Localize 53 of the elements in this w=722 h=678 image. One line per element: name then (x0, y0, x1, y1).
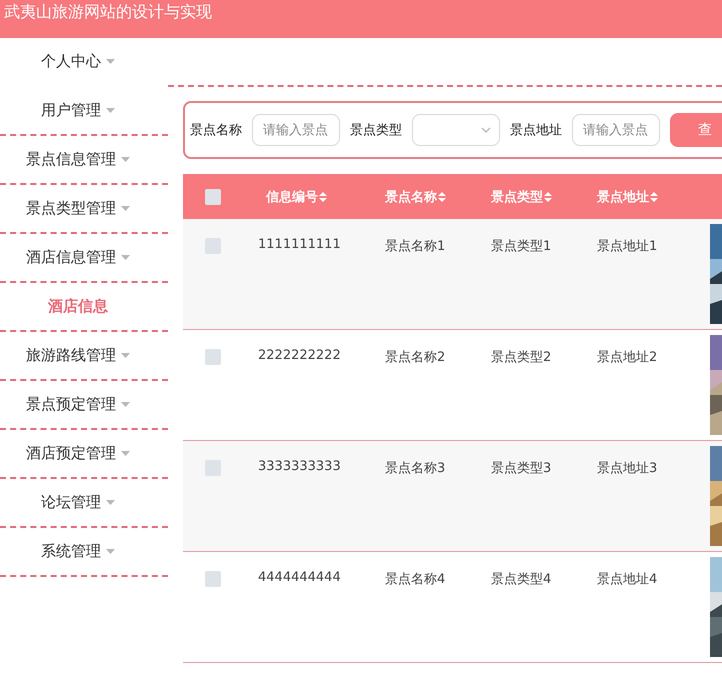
caret-icon (106, 59, 115, 64)
select-field[interactable] (412, 114, 500, 146)
caret-icon (121, 206, 130, 211)
chevron-icon (481, 127, 491, 133)
table-cell-text: 1111111111 (257, 236, 342, 254)
menu-item[interactable]: 个人中心 (0, 38, 168, 87)
sort-icon[interactable] (438, 192, 446, 202)
sort-icon[interactable] (544, 192, 552, 202)
field-label: 景点类型 (350, 122, 402, 139)
checkbox[interactable] (205, 571, 221, 587)
caret-icon (121, 402, 130, 407)
menu-item[interactable]: 酒店预定管理 (0, 430, 168, 479)
table-cell-text: 景点类型3 (490, 460, 552, 478)
field-label: 景点名称 (190, 122, 242, 139)
table-cell-text: 4444444444 (257, 569, 342, 587)
menu-item[interactable]: 旅游路线管理 (0, 332, 168, 381)
caret-icon (121, 353, 130, 358)
checkbox[interactable] (205, 460, 221, 476)
menu-item[interactable]: 景点信息管理 (0, 136, 168, 185)
table-cell-text: 景点类型1 (490, 238, 552, 256)
caret-icon (121, 451, 130, 456)
table-cell-text: 景点地址1 (596, 238, 658, 256)
checkbox[interactable] (205, 188, 221, 204)
table-cell-text: 景点类型2 (490, 349, 552, 367)
table-cell-text: 景点名称1 (384, 238, 446, 256)
table-cell-text: 景点地址3 (596, 460, 658, 478)
caret-icon (106, 108, 115, 113)
menu-item[interactable]: 景点类型管理 (0, 185, 168, 234)
menu-item[interactable]: 景点预定管理 (0, 381, 168, 430)
menu-item[interactable]: 酒店信息管理 (0, 234, 168, 283)
table-cell-text: 景点地址2 (596, 349, 658, 367)
input-field[interactable]: 请输入景点 (252, 114, 340, 146)
site-title: 武夷山旅游网站的设计与实现 (3, 2, 212, 22)
caret-icon (121, 255, 130, 260)
menu-item[interactable]: 用户管理 (0, 87, 168, 136)
sort-icon[interactable] (650, 192, 658, 202)
caret-icon (121, 157, 130, 162)
input-field[interactable]: 请输入景点 (572, 114, 660, 146)
table-cell-text: 景点类型4 (490, 571, 552, 589)
table-cell-text: 景点地址4 (596, 571, 658, 589)
field-label: 景点地址 (510, 122, 562, 139)
table-cell-text: 景点名称2 (384, 349, 446, 367)
checkbox[interactable] (205, 238, 221, 254)
sort-icon[interactable] (319, 192, 327, 202)
table-cell-text: 景点名称3 (384, 460, 446, 478)
table-cell-text: 2222222222 (257, 347, 342, 365)
caret-icon (106, 500, 115, 505)
menu-item[interactable]: 系统管理 (0, 528, 168, 577)
table-cell-text: 3333333333 (257, 458, 342, 476)
table-cell-text: 景点名称4 (384, 571, 446, 589)
caret-icon (106, 549, 115, 554)
menu-item[interactable]: 论坛管理 (0, 479, 168, 528)
checkbox[interactable] (205, 349, 221, 365)
